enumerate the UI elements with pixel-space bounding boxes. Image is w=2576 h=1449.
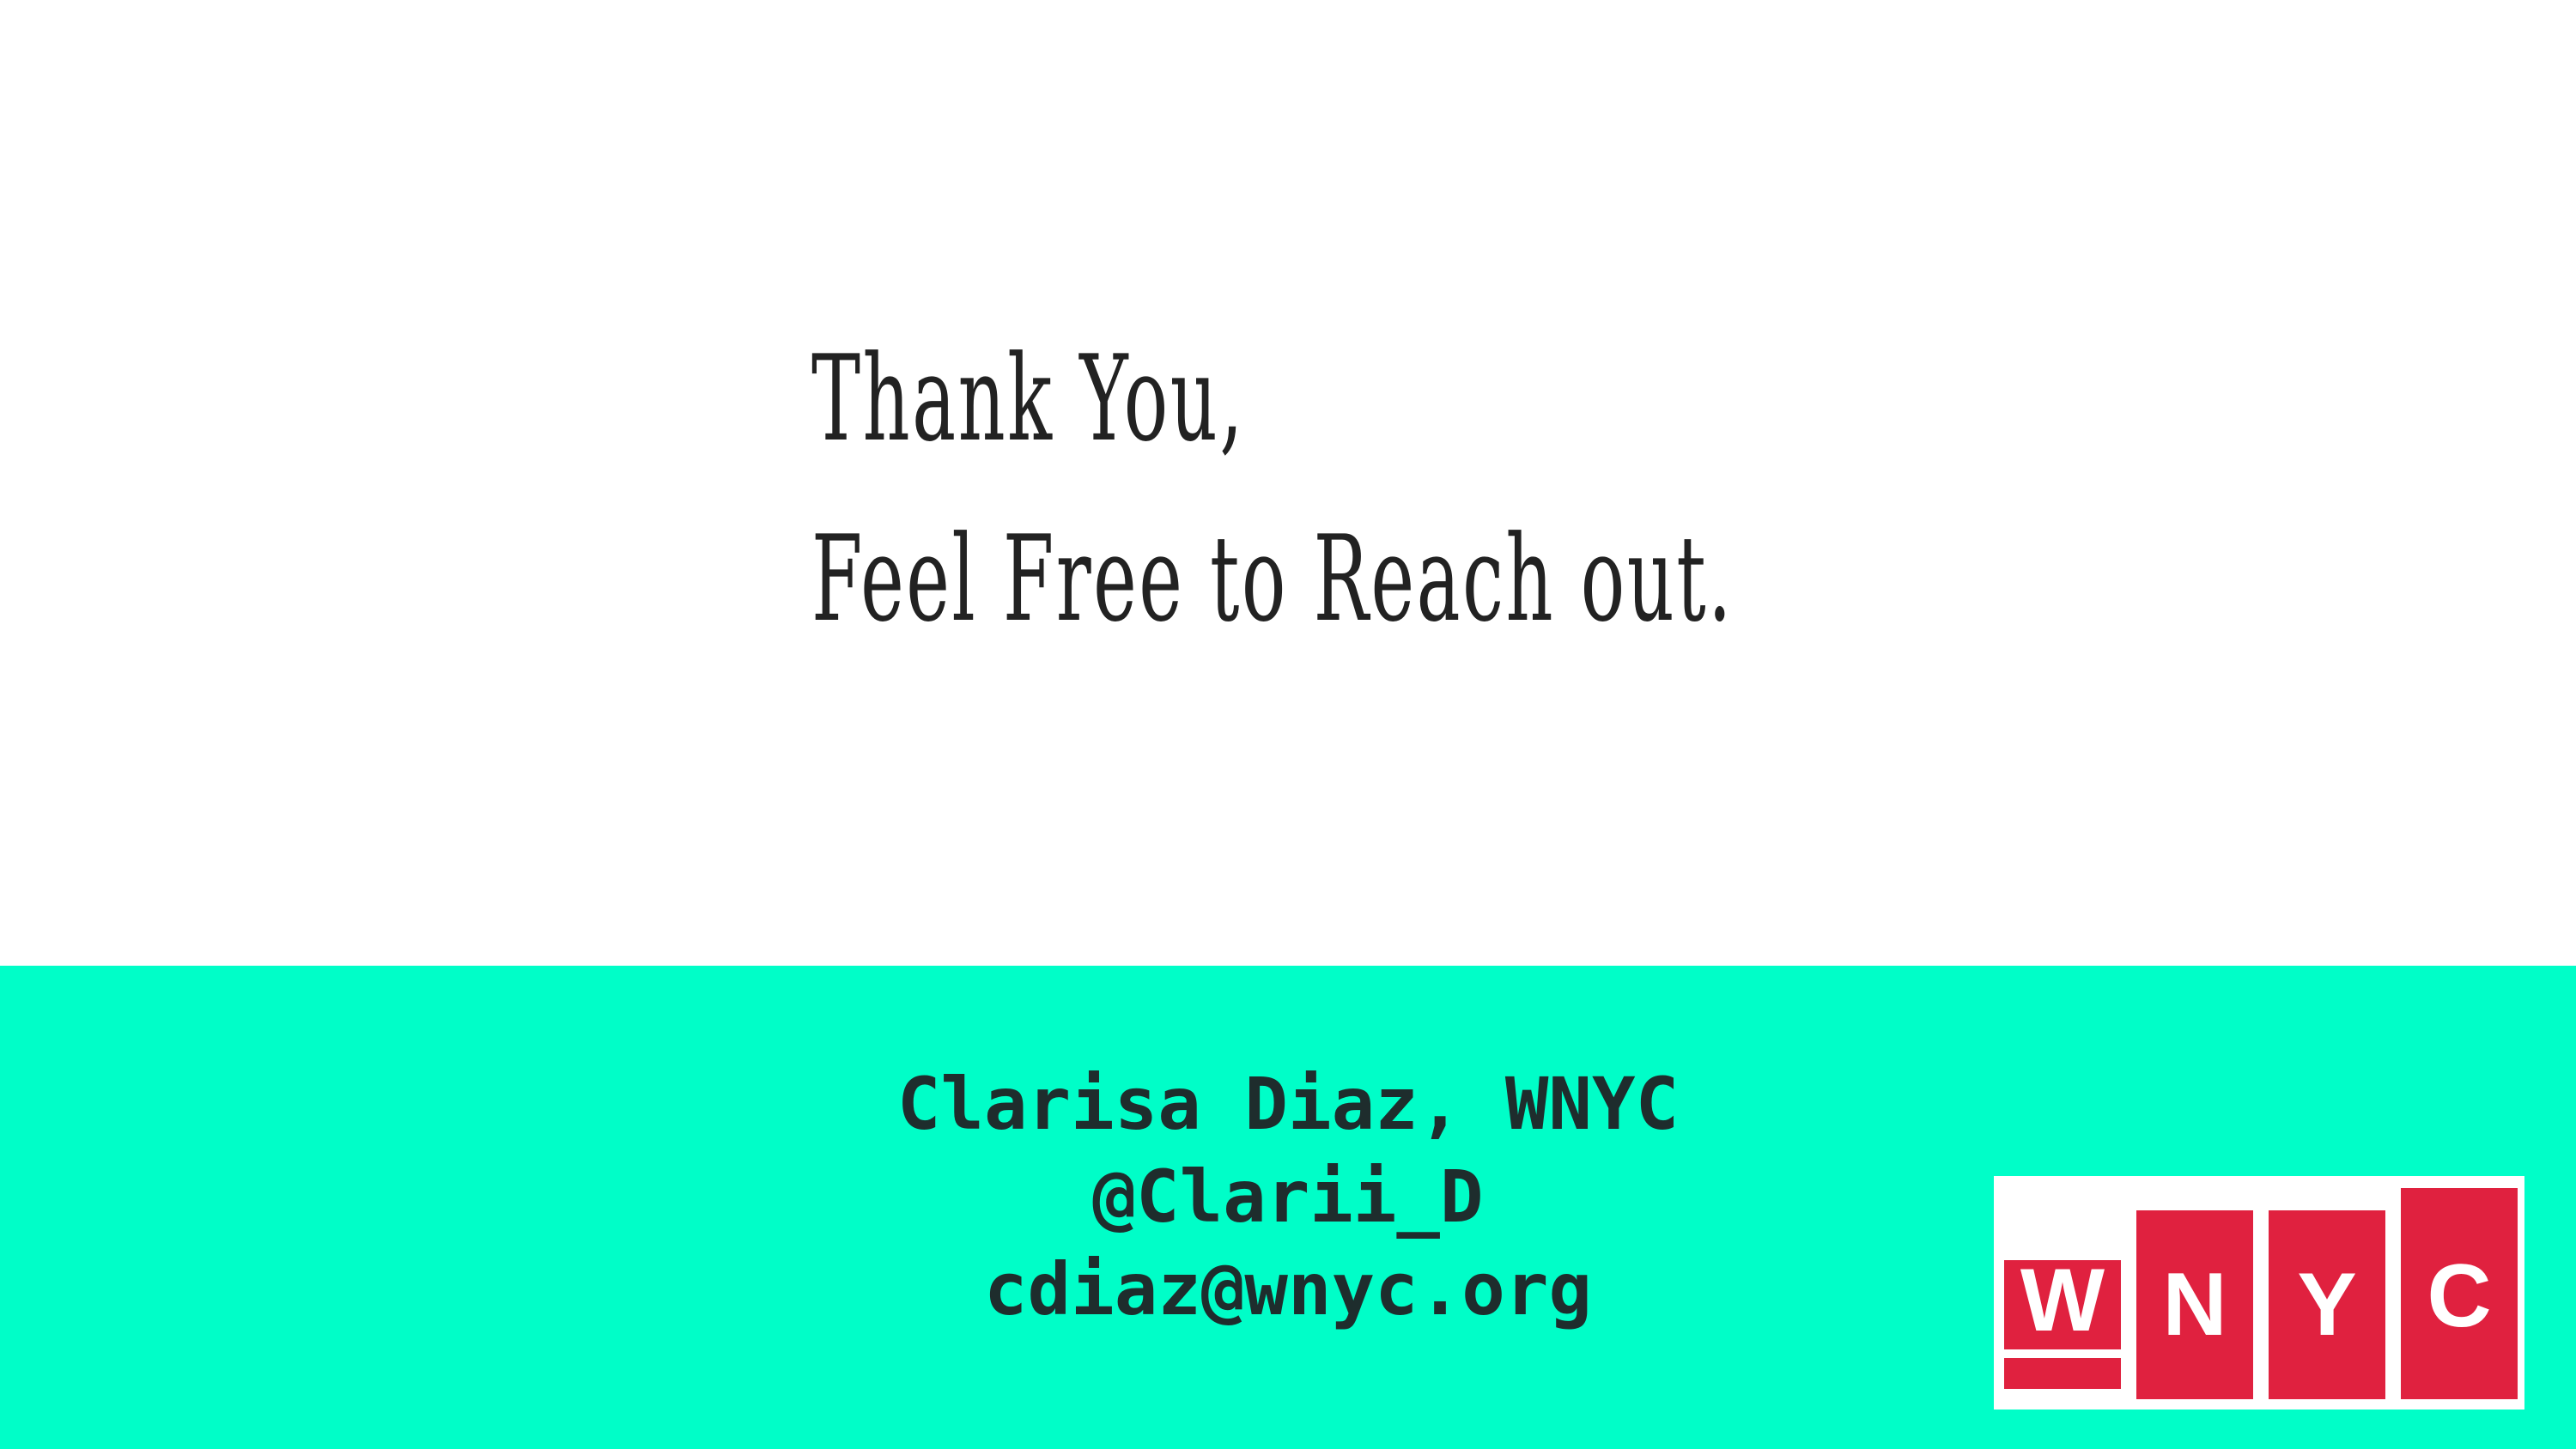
logo-letter-c: C: [2427, 1246, 2491, 1346]
headline-line-1: Thank You,: [811, 330, 1245, 468]
slide: Thank You, Feel Free to Reach out. Clari…: [0, 0, 2576, 1449]
logo-letter-y: Y: [2297, 1255, 2356, 1355]
logo-letter-w: W: [2020, 1251, 2105, 1350]
contact-name: Clarisa Diaz, WNYC: [896, 1062, 1680, 1146]
wnyc-logo-graphic: W N Y C: [2004, 1188, 2518, 1399]
headline: Thank You, Feel Free to Reach out.: [811, 309, 1734, 670]
wnyc-logo: W N Y C: [1994, 1176, 2524, 1410]
logo-underline-bar: [2004, 1358, 2121, 1389]
headline-line-2: Feel Free to Reach out.: [811, 510, 1734, 648]
logo-letter-n: N: [2162, 1255, 2227, 1355]
